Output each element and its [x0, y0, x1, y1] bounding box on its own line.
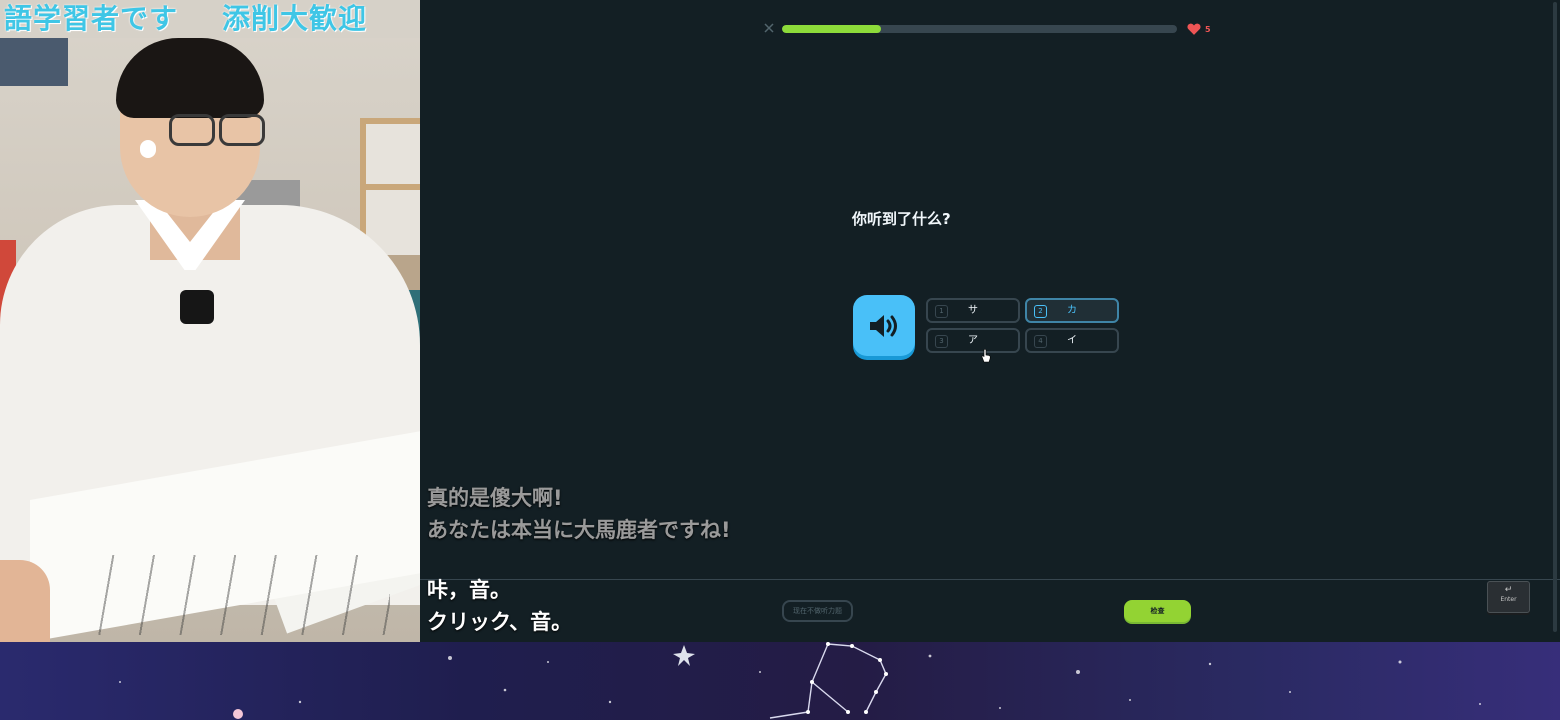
progress-bar — [782, 25, 1177, 33]
enter-key-hint[interactable]: ↵ Enter — [1487, 581, 1530, 613]
subtitle-japanese-current: クリック、音。 — [427, 610, 573, 634]
play-audio-button[interactable] — [853, 295, 915, 356]
scrollbar[interactable] — [1550, 0, 1560, 642]
speaker-icon — [870, 314, 897, 337]
choice-4[interactable]: 4 イ — [1025, 328, 1119, 353]
hand-cursor-icon — [981, 349, 991, 363]
subtitle-current: 咔，音。 クリック、音。 — [427, 574, 572, 638]
person-hair — [116, 38, 264, 118]
choice-2-selected[interactable]: 2 カ — [1025, 298, 1119, 323]
choice-label: カ — [1067, 305, 1077, 316]
hearts-counter: 5 — [1187, 21, 1211, 37]
subtitle-previous: 真的是傻大啊! あなたは本当に大馬鹿者ですね! — [427, 482, 731, 546]
glasses — [165, 114, 269, 146]
enter-key-label: Enter — [1500, 596, 1517, 603]
close-icon — [764, 23, 774, 33]
skip-listening-button[interactable]: 现在不做听力题 — [782, 600, 853, 622]
starry-background — [0, 642, 1560, 720]
lesson-app: 5 你听到了什么? 1 サ 2 カ 3 ア 4 イ 真的是傻大啊! あなたは本当… — [420, 0, 1560, 642]
lapel-microphone — [180, 290, 214, 324]
constellation-art — [119, 642, 1481, 719]
subtitle-chinese-current: 咔，音。 — [427, 578, 511, 602]
earbud — [140, 140, 156, 158]
footer-divider — [420, 579, 1560, 580]
banner-left-text: 語学習者です — [4, 2, 179, 35]
question-prompt: 你听到了什么? — [852, 210, 951, 228]
choice-label: イ — [1067, 335, 1077, 346]
scrollbar-thumb[interactable] — [1553, 2, 1557, 632]
webcam-feed: 語学習者です 添削大歓迎 — [0, 0, 420, 642]
choice-3[interactable]: 3 ア — [926, 328, 1020, 353]
choice-1[interactable]: 1 サ — [926, 298, 1020, 323]
choice-label: サ — [968, 305, 978, 316]
close-lesson-button[interactable] — [762, 22, 776, 36]
worksheet-writing — [90, 555, 390, 635]
enter-arrow-icon: ↵ — [1504, 585, 1513, 595]
choice-label: ア — [968, 335, 978, 346]
person-hand — [0, 560, 50, 642]
hearts-count: 5 — [1205, 24, 1211, 34]
banner-right-text: 添削大歓迎 — [222, 2, 368, 35]
subtitle-chinese-previous: 真的是傻大啊! — [427, 486, 563, 510]
check-button[interactable]: 检查 — [1124, 600, 1191, 622]
heart-icon — [1187, 23, 1201, 35]
progress-fill — [782, 25, 881, 33]
wall-poster — [0, 38, 68, 86]
subtitle-japanese-previous: あなたは本当に大馬鹿者ですね! — [427, 518, 731, 542]
stream-banner: 語学習者です 添削大歓迎 — [0, 0, 420, 38]
